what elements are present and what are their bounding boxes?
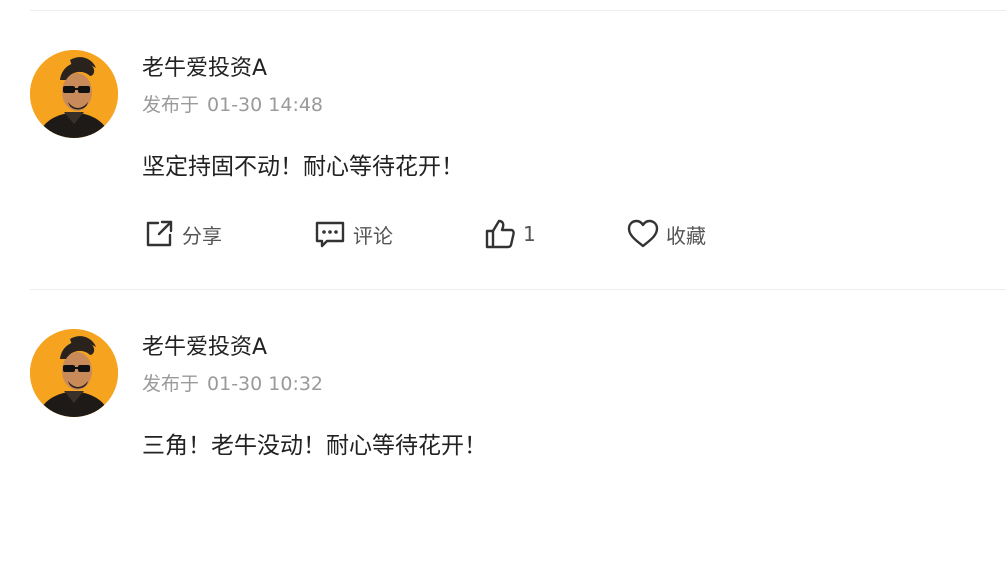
share-button[interactable]: 分享 [142,216,222,252]
heart-icon [627,219,659,248]
like-button[interactable]: 1 [483,216,536,252]
post-content[interactable]: 三角！老牛没动！耐心等待花开！ [142,428,487,464]
avatar-portrait [30,50,118,138]
post-content[interactable]: 坚定持固不动！耐心等待花开！ [142,149,464,185]
favorite-label: 收藏 [666,223,706,248]
avatar[interactable] [30,329,118,417]
avatar[interactable] [30,50,118,138]
comment-icon [315,221,345,248]
comment-button[interactable]: 评论 [313,216,393,252]
username[interactable]: 老牛爱投资A [142,54,267,84]
favorite-button[interactable]: 收藏 [626,216,706,252]
post-meta: 发布于 01-30 14:48 [142,92,323,118]
published-prefix: 发布于 [142,373,200,395]
share-label: 分享 [182,223,222,248]
published-prefix: 发布于 [142,94,200,116]
post-actions: 分享 评论 1 收藏 [142,216,842,252]
post-feed: 老牛爱投资A 发布于 01-30 14:48 坚定持固不动！耐心等待花开！ 分享 [30,0,1006,568]
like-count: 1 [523,222,536,246]
avatar-portrait [30,329,118,417]
comment-label: 评论 [353,223,393,248]
post-item: 老牛爱投资A 发布于 01-30 14:48 坚定持固不动！耐心等待花开！ 分享 [30,11,1006,289]
published-time: 01-30 14:48 [207,94,324,116]
thumbs-up-icon [485,219,515,249]
post-meta: 发布于 01-30 10:32 [142,371,323,397]
username[interactable]: 老牛爱投资A [142,333,267,363]
share-icon [146,220,173,247]
published-time: 01-30 10:32 [207,373,324,395]
post-item: 老牛爱投资A 发布于 01-30 10:32 三角！老牛没动！耐心等待花开！ [30,290,1006,568]
